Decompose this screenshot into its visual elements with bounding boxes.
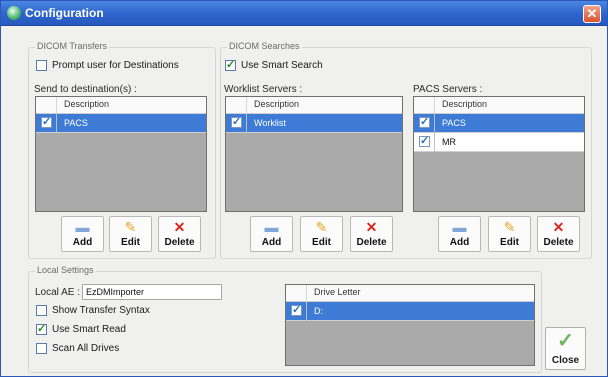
- list-item-mr[interactable]: MR: [414, 133, 584, 152]
- list-item-label: Worklist: [254, 118, 286, 128]
- row-checkbox[interactable]: [41, 115, 52, 128]
- pacs-servers-list[interactable]: Description PACS MR: [413, 96, 585, 212]
- row-checkbox[interactable]: [231, 115, 242, 128]
- list-item-pacs[interactable]: PACS: [414, 114, 584, 133]
- x-delete-icon: ✕: [365, 219, 378, 235]
- destinations-add-button[interactable]: ▬ Add: [61, 216, 104, 252]
- worklist-header-description: Description: [254, 99, 300, 109]
- list-item-drive-d[interactable]: D:: [286, 302, 534, 321]
- destinations-list[interactable]: Description PACS: [35, 96, 207, 212]
- worklist-delete-button[interactable]: ✕ Delete: [350, 216, 393, 252]
- drive-header-label: Drive Letter: [314, 287, 361, 297]
- pacs-delete-button[interactable]: ✕ Delete: [537, 216, 580, 252]
- destinations-header-description: Description: [64, 99, 110, 109]
- scan-drives-label: Scan All Drives: [52, 343, 120, 354]
- use-smart-search-checkbox[interactable]: Use Smart Search: [225, 58, 323, 71]
- title-bar[interactable]: Configuration ✕: [1, 1, 607, 26]
- smart-search-label: Use Smart Search: [241, 60, 323, 71]
- worklist-add-button[interactable]: ▬ Add: [250, 216, 293, 252]
- row-checkbox[interactable]: [419, 134, 430, 147]
- x-delete-icon: ✕: [173, 219, 186, 235]
- smart-read-label: Use Smart Read: [52, 324, 126, 335]
- list-item-worklist[interactable]: Worklist: [226, 114, 402, 133]
- window-title: Configuration: [25, 6, 104, 20]
- local-ae-input[interactable]: EzDMImporter: [82, 284, 222, 300]
- close-button-label: Close: [551, 355, 580, 366]
- worklist-servers-list[interactable]: Description Worklist: [225, 96, 403, 212]
- worklist-list-header: Description: [226, 97, 402, 114]
- show-syntax-label: Show Transfer Syntax: [52, 305, 150, 316]
- pencil-icon: ✎: [124, 219, 137, 235]
- printer-icon: ▬: [75, 219, 90, 235]
- x-delete-icon: ✕: [552, 219, 565, 235]
- dicom-searches-title: DICOM Searches: [227, 41, 302, 51]
- drive-list-header: Drive Letter: [286, 285, 534, 302]
- prompt-destinations-checkbox[interactable]: Prompt user for Destinations: [36, 60, 179, 71]
- list-item-label: PACS: [442, 118, 466, 128]
- use-smart-read-checkbox[interactable]: Use Smart Read: [36, 322, 126, 335]
- list-item-destination-pacs[interactable]: PACS: [36, 114, 206, 133]
- destinations-delete-button[interactable]: ✕ Delete: [158, 216, 201, 252]
- drive-letter-list[interactable]: Drive Letter D:: [285, 284, 535, 366]
- pencil-icon: ✎: [503, 219, 516, 235]
- pencil-icon: ✎: [315, 219, 328, 235]
- destinations-list-header: Description: [36, 97, 206, 114]
- pacs-edit-button[interactable]: ✎ Edit: [488, 216, 531, 252]
- row-checkbox[interactable]: [291, 303, 302, 316]
- configuration-window: Configuration ✕ DICOM Transfers Prompt u…: [0, 0, 608, 377]
- dicom-transfers-title: DICOM Transfers: [35, 41, 110, 51]
- worklist-edit-button[interactable]: ✎ Edit: [300, 216, 343, 252]
- local-ae-label: Local AE :: [35, 287, 81, 298]
- list-item-label: PACS: [64, 118, 88, 128]
- pacs-header-description: Description: [442, 99, 488, 109]
- prompt-checkbox-box[interactable]: [36, 60, 47, 71]
- send-to-label: Send to destination(s) :: [34, 84, 137, 95]
- printer-icon: ▬: [452, 219, 467, 235]
- destinations-edit-button[interactable]: ✎ Edit: [109, 216, 152, 252]
- checkmark-icon: ✓: [557, 330, 574, 352]
- local-settings-title: Local Settings: [35, 265, 96, 275]
- printer-icon: ▬: [264, 219, 279, 235]
- smart-search-checkbox-box[interactable]: [225, 58, 236, 71]
- prompt-checkbox-label: Prompt user for Destinations: [52, 60, 179, 71]
- worklist-servers-label: Worklist Servers :: [224, 84, 303, 95]
- window-close-icon[interactable]: ✕: [583, 5, 601, 23]
- show-transfer-syntax-checkbox[interactable]: Show Transfer Syntax: [36, 305, 150, 316]
- close-button[interactable]: ✓ Close: [545, 327, 586, 370]
- scan-all-drives-checkbox[interactable]: Scan All Drives: [36, 343, 119, 354]
- list-item-label: MR: [442, 137, 456, 147]
- app-icon: [7, 6, 21, 20]
- row-checkbox[interactable]: [419, 115, 430, 128]
- scan-drives-checkbox-box[interactable]: [36, 343, 47, 354]
- pacs-servers-label: PACS Servers :: [413, 84, 483, 95]
- show-syntax-checkbox-box[interactable]: [36, 305, 47, 316]
- pacs-add-button[interactable]: ▬ Add: [438, 216, 481, 252]
- pacs-list-header: Description: [414, 97, 584, 114]
- list-item-label: D:: [314, 306, 323, 316]
- smart-read-checkbox-box[interactable]: [36, 322, 47, 335]
